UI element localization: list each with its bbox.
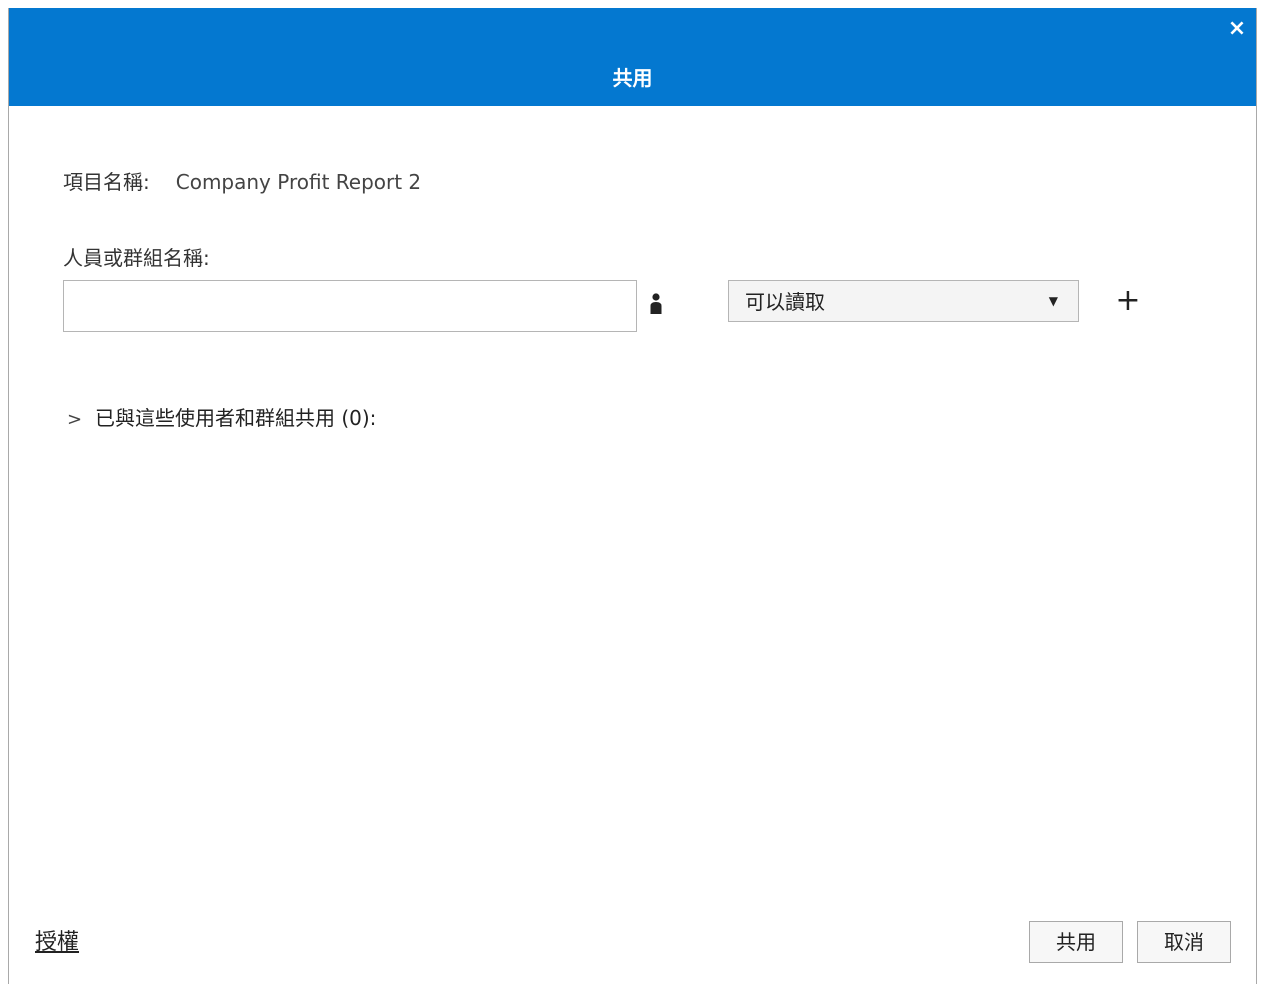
share-button[interactable]: 共用 (1029, 921, 1123, 963)
chevron-right-icon: > (67, 409, 83, 430)
cancel-button[interactable]: 取消 (1137, 921, 1231, 963)
recipient-label: 人員或群組名稱: (63, 246, 210, 270)
share-dialog: 共用 × 項目名稱: Company Profit Report 2 人員或群組名… (8, 8, 1257, 984)
dialog-title: 共用 (612, 66, 653, 90)
license-link[interactable]: 授權 (35, 928, 79, 958)
item-name-label: 項目名稱: (63, 170, 150, 194)
dialog-titlebar: 共用 × (9, 8, 1256, 106)
item-name-row: 項目名稱: Company Profit Report 2 (63, 168, 421, 196)
add-recipient-button[interactable]: + (1115, 286, 1141, 316)
shared-users-toggle[interactable]: > 已與這些使用者和群組共用 (0): (67, 404, 376, 434)
recipient-input[interactable] (63, 280, 637, 332)
person-icon[interactable] (649, 292, 663, 316)
permission-select[interactable]: 可以讀取 ▼ (728, 280, 1079, 322)
shared-users-label: 已與這些使用者和群組共用 (0): (95, 406, 377, 430)
chevron-down-icon: ▼ (1048, 294, 1058, 308)
close-icon[interactable]: × (1226, 18, 1248, 40)
item-name-value: Company Profit Report 2 (175, 170, 422, 194)
permission-selected-value: 可以讀取 (745, 290, 825, 314)
